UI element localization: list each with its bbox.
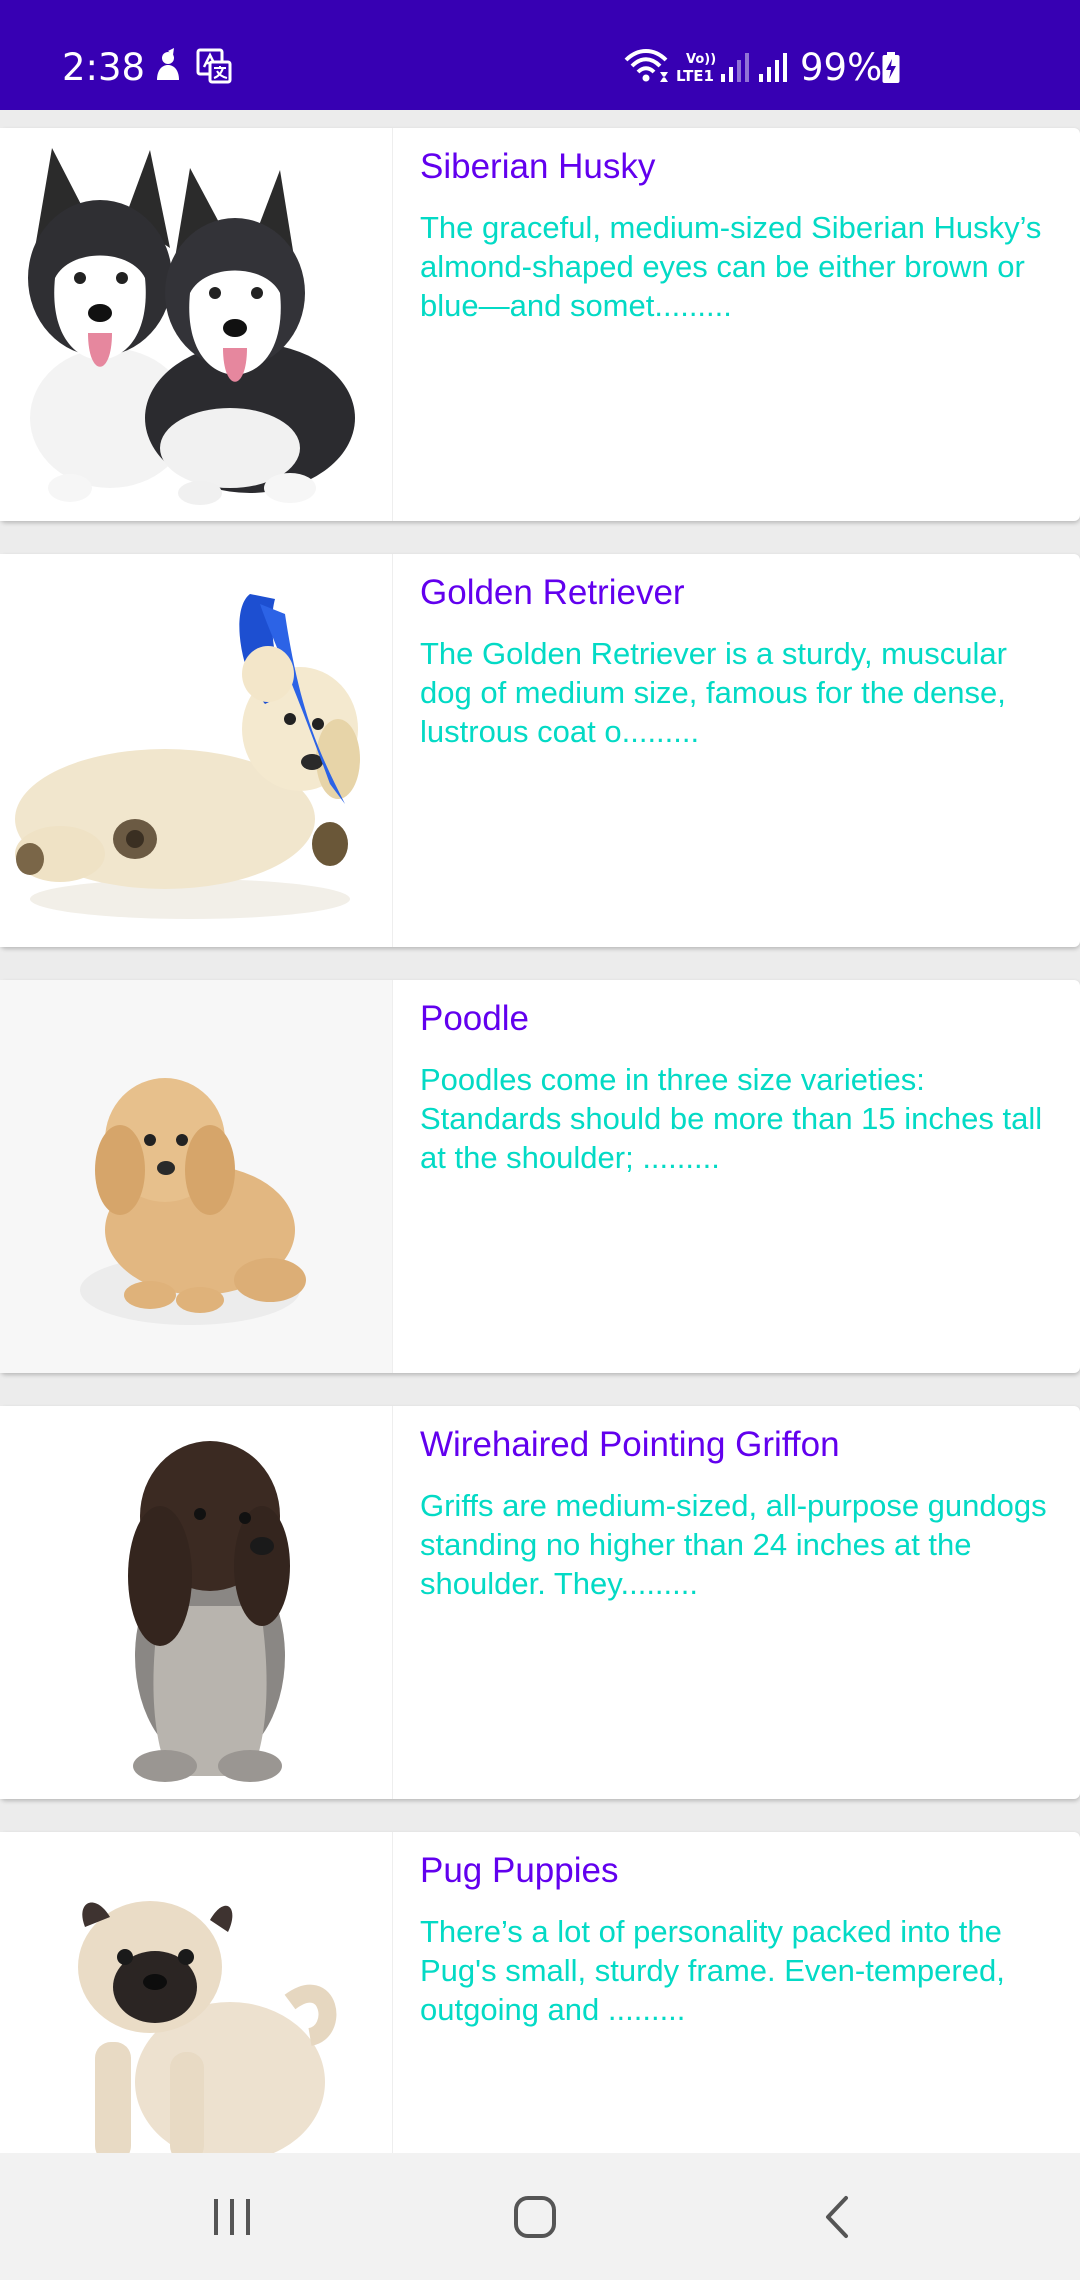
dog-title: Pug Puppies — [420, 1851, 619, 1890]
dog-card[interactable]: Poodle Poodles come in three size variet… — [0, 980, 1080, 1373]
recents-icon — [214, 2198, 250, 2235]
volte-label-bottom: LTE1 — [676, 67, 714, 85]
navigation-bar — [0, 2153, 1080, 2280]
dog-card[interactable]: Pug Puppies There’s a lot of personality… — [0, 1832, 1080, 2153]
recents-button[interactable] — [152, 2153, 312, 2280]
volte-label-top: Vo)) — [686, 52, 716, 67]
dog-title: Golden Retriever — [420, 573, 685, 612]
dog-card[interactable]: Golden Retriever The Golden Retriever is… — [0, 554, 1080, 947]
dog-image-griffon — [0, 1406, 393, 1799]
dog-description: Griffs are medium-sized, all-purpose gun… — [420, 1488, 1047, 1601]
dog-description: Poodles come in three size varieties: St… — [420, 1062, 1043, 1175]
back-icon — [826, 2195, 848, 2238]
notification-person-icon — [152, 48, 184, 89]
signal-1-icon — [720, 52, 752, 87]
dog-description: The Golden Retriever is a sturdy, muscul… — [420, 636, 1007, 749]
dog-image-golden-retriever — [0, 554, 393, 947]
dog-list[interactable]: Siberian Husky The graceful, medium-size… — [0, 110, 1080, 2153]
dog-image-siberian-husky — [0, 128, 393, 521]
back-button[interactable] — [757, 2153, 917, 2280]
status-bar: 2:38 Vo)) LTE1 99% — [0, 0, 1080, 110]
status-time: 2:38 — [62, 46, 146, 89]
wifi-icon — [624, 48, 668, 89]
dog-description: The graceful, medium-sized Siberian Husk… — [420, 210, 1042, 323]
home-button[interactable] — [455, 2153, 615, 2280]
home-icon — [514, 2195, 556, 2238]
signal-2-icon — [758, 52, 790, 87]
translate-icon — [196, 48, 232, 89]
dog-description: There’s a lot of personality packed into… — [420, 1914, 1005, 2027]
battery-charging-icon — [881, 52, 901, 89]
dog-title: Wirehaired Pointing Griffon — [420, 1425, 840, 1464]
dog-card[interactable]: Siberian Husky The graceful, medium-size… — [0, 128, 1080, 521]
dog-image-pug — [0, 1832, 393, 2153]
dog-title: Siberian Husky — [420, 147, 656, 186]
dog-title: Poodle — [420, 999, 529, 1038]
battery-percent: 99% — [800, 46, 883, 89]
volte-lte1-icon: Vo)) LTE1 — [676, 49, 720, 90]
dog-image-poodle — [0, 980, 393, 1373]
dog-card[interactable]: Wirehaired Pointing Griffon Griffs are m… — [0, 1406, 1080, 1799]
